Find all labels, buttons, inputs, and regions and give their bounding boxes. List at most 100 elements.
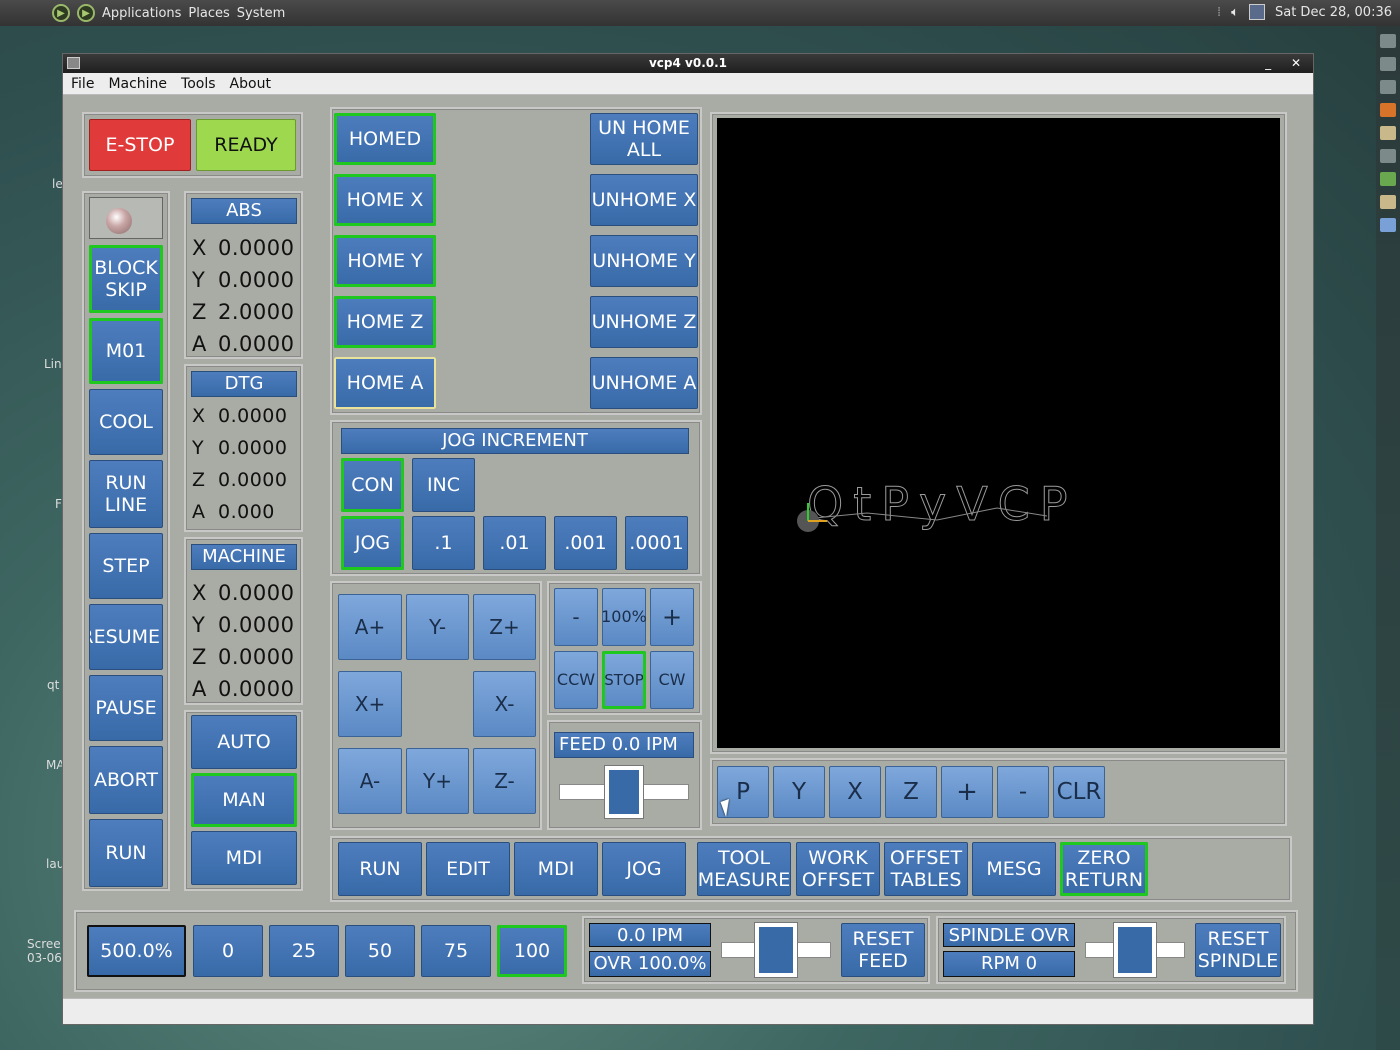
dock-icon[interactable]	[1380, 126, 1396, 140]
increment-0-0001-button[interactable]: .0001	[625, 516, 688, 570]
tab-zero-return[interactable]: ZERO RETURN	[1060, 842, 1148, 896]
view-y-button[interactable]: Y	[773, 766, 825, 818]
ready-button[interactable]: READY	[196, 119, 296, 171]
jog-x-plus-button[interactable]: X+	[338, 671, 402, 737]
view-x-button[interactable]: X	[829, 766, 881, 818]
volume-icon[interactable]: 🔈︎	[1231, 5, 1239, 20]
tab-tool-measure[interactable]: TOOL MEASURE	[697, 842, 791, 896]
run-button[interactable]: RUN	[89, 819, 163, 887]
clock[interactable]: Sat Dec 28, 00:36	[1275, 5, 1392, 20]
jog-mode-button[interactable]: JOG	[341, 516, 404, 570]
mdi-mode-button[interactable]: MDI	[191, 831, 297, 885]
jog-a-plus-button[interactable]: A+	[338, 594, 402, 660]
tab-run[interactable]: RUN	[338, 842, 422, 896]
dock-icon[interactable]	[1380, 57, 1396, 71]
zoom-out-button[interactable]: -	[997, 766, 1049, 818]
spindle-minus-button[interactable]: -	[554, 588, 598, 646]
unhome-a-button[interactable]: UNHOME A	[590, 357, 698, 409]
launcher-icon[interactable]: ▶	[52, 4, 70, 22]
resume-button[interactable]: RESUME	[89, 604, 163, 670]
jog-inc-button[interactable]: INC	[412, 458, 475, 512]
rapid-50-button[interactable]: 50	[345, 925, 415, 977]
menu-machine[interactable]: Machine	[108, 76, 167, 92]
axis-label: Z	[192, 645, 207, 669]
jog-y-minus-button[interactable]: Y-	[406, 594, 469, 660]
slider-handle[interactable]	[1113, 922, 1157, 978]
jog-con-button[interactable]: CON	[341, 458, 404, 512]
window-menu-icon[interactable]	[67, 57, 80, 69]
menu-applications[interactable]: Applications	[102, 6, 181, 21]
abort-button[interactable]: ABORT	[89, 746, 163, 814]
rapid-100-button[interactable]: 100	[497, 925, 567, 977]
block-skip-button[interactable]: BLOCK SKIP	[89, 245, 163, 313]
dock-icon[interactable]	[1380, 172, 1396, 186]
menu-about[interactable]: About	[230, 76, 271, 92]
home-a-button[interactable]: HOME A	[334, 357, 436, 409]
spindle-ccw-button[interactable]: CCW	[554, 651, 598, 709]
zoom-in-button[interactable]: +	[941, 766, 993, 818]
increment-0-1-button[interactable]: .1	[412, 516, 475, 570]
home-y-button[interactable]: HOME Y	[334, 235, 436, 287]
tab-jog[interactable]: JOG	[602, 842, 686, 896]
dock-icon[interactable]	[1380, 80, 1396, 94]
rapid-0-button[interactable]: 0	[193, 925, 263, 977]
window-controls[interactable]: _ ✕	[1265, 54, 1309, 73]
slider-handle[interactable]	[754, 922, 798, 978]
feed-slider[interactable]	[559, 765, 689, 819]
launcher-icon-2[interactable]: ▶	[77, 4, 95, 22]
dock-icon[interactable]	[1380, 34, 1396, 48]
menu-places[interactable]: Places	[188, 6, 229, 21]
view-z-button[interactable]: Z	[885, 766, 937, 818]
rapid-25-button[interactable]: 25	[269, 925, 339, 977]
window-titlebar[interactable]: vcp4 v0.0.1 _ ✕	[63, 54, 1313, 73]
pause-button[interactable]: PAUSE	[89, 675, 163, 741]
jog-x-minus-button[interactable]: X-	[473, 671, 536, 737]
dock-icon[interactable]	[1380, 149, 1396, 163]
home-x-button[interactable]: HOME X	[334, 174, 436, 226]
tab-mdi[interactable]: MDI	[514, 842, 598, 896]
step-button[interactable]: STEP	[89, 533, 163, 599]
tab-work-offset[interactable]: WORK OFFSET	[796, 842, 880, 896]
spindle-override-slider[interactable]	[1085, 922, 1185, 978]
menu-tools[interactable]: Tools	[181, 76, 216, 92]
jog-y-plus-button[interactable]: Y+	[406, 748, 469, 814]
run-line-button[interactable]: RUN LINE	[89, 460, 163, 528]
home-z-button[interactable]: HOME Z	[334, 296, 436, 348]
auto-mode-button[interactable]: AUTO	[191, 715, 297, 769]
man-mode-button[interactable]: MAN	[191, 773, 297, 827]
m01-button[interactable]: M01	[89, 318, 163, 384]
tab-mesg[interactable]: MESG	[972, 842, 1056, 896]
dock-icon[interactable]	[1380, 103, 1396, 117]
cool-button[interactable]: COOL	[89, 389, 163, 455]
tab-edit[interactable]: EDIT	[426, 842, 510, 896]
dock-icon[interactable]	[1380, 195, 1396, 209]
spindle-cw-button[interactable]: CW	[650, 651, 694, 709]
jog-z-minus-button[interactable]: Z-	[473, 748, 536, 814]
unhome-x-button[interactable]: UNHOME X	[590, 174, 698, 226]
feed-override-slider[interactable]	[721, 922, 831, 978]
menu-system[interactable]: System	[237, 6, 285, 21]
spindle-plus-button[interactable]: +	[650, 588, 694, 646]
reset-feed-button[interactable]: RESET FEED	[841, 923, 925, 977]
dock-icon[interactable]	[1380, 218, 1396, 232]
network-icon[interactable]	[1248, 4, 1265, 20]
unhome-z-button[interactable]: UNHOME Z	[590, 296, 698, 348]
menubar: File Machine Tools About	[63, 73, 1313, 95]
gcode-preview[interactable]: QtPyVCP	[717, 118, 1280, 748]
axis-label: Z	[192, 300, 207, 324]
estop-button[interactable]: E-STOP	[89, 119, 191, 171]
reset-spindle-button[interactable]: RESET SPINDLE	[1195, 923, 1281, 977]
slider-handle[interactable]	[604, 765, 644, 819]
rapid-75-button[interactable]: 75	[421, 925, 491, 977]
jog-a-minus-button[interactable]: A-	[338, 748, 402, 814]
homed-button[interactable]: HOMED	[334, 113, 436, 165]
increment-0-01-button[interactable]: .01	[483, 516, 546, 570]
menu-file[interactable]: File	[71, 76, 94, 92]
clear-preview-button[interactable]: CLR	[1053, 766, 1105, 818]
jog-z-plus-button[interactable]: Z+	[473, 594, 536, 660]
tab-offset-tables[interactable]: OFFSET TABLES	[884, 842, 968, 896]
unhome-all-button[interactable]: UN HOME ALL	[590, 113, 698, 165]
spindle-stop-button[interactable]: STOP	[602, 651, 646, 709]
unhome-y-button[interactable]: UNHOME Y	[590, 235, 698, 287]
increment-0-001-button[interactable]: .001	[554, 516, 617, 570]
